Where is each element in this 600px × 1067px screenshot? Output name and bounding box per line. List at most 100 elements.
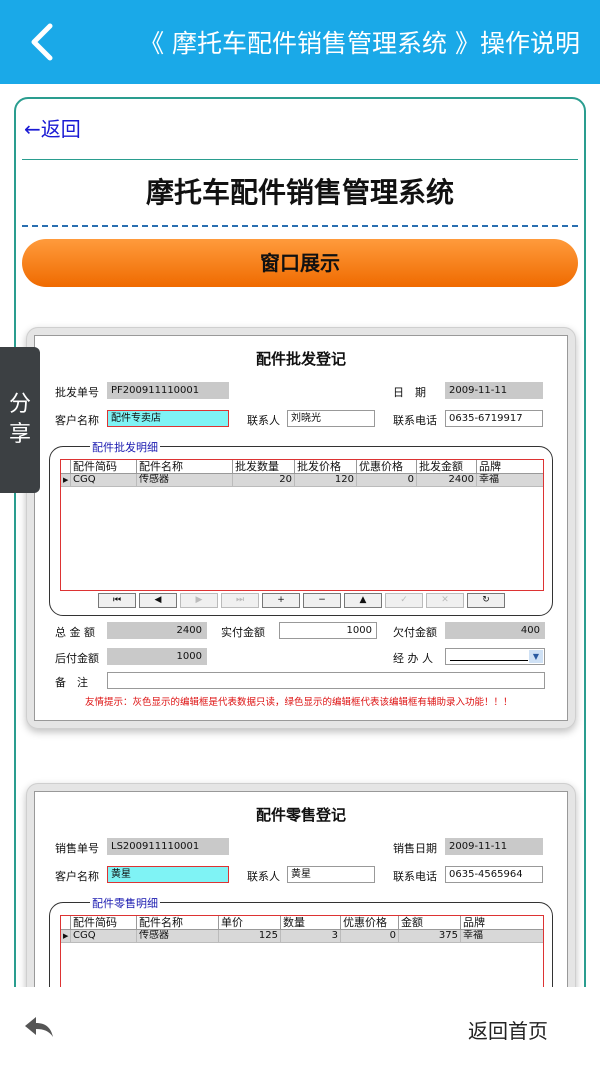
table-cell: 20 — [233, 474, 295, 486]
share-tab[interactable]: 分 享 — [0, 347, 40, 493]
content-card: ←返回 摩托车配件销售管理系统 窗口展示 配件批发登记 批发单号 PF20091… — [14, 97, 586, 1027]
column-header: 数量 — [281, 916, 341, 929]
row-pointer-icon: ▶ — [61, 474, 71, 486]
back-arrow-icon[interactable] — [22, 18, 62, 66]
paid-field: 1000 — [279, 622, 377, 639]
reply-arrow-icon[interactable] — [22, 1013, 56, 1041]
total-field: 2400 — [107, 622, 207, 639]
owed-field: 400 — [445, 622, 545, 639]
chevron-down-icon: ▼ — [529, 650, 543, 663]
back-link[interactable]: ←返回 — [24, 113, 81, 142]
table-cell: 3 — [281, 930, 341, 942]
date-label: 日 期 — [393, 386, 426, 399]
customer-label: 客户名称 — [55, 870, 99, 883]
table-cell: 375 — [399, 930, 461, 942]
column-header: 单价 — [219, 916, 281, 929]
order-no-label: 销售单号 — [55, 842, 99, 855]
later-label: 后付金额 — [55, 652, 99, 665]
table-cell: 125 — [219, 930, 281, 942]
edit-record-button[interactable]: ▲ — [344, 593, 382, 608]
remark-field — [107, 672, 545, 689]
column-header: 金额 — [399, 916, 461, 929]
contact-field: 黄星 — [287, 866, 375, 883]
column-header: 配件名称 — [137, 460, 233, 473]
phone-field: 0635-6719917 — [445, 410, 543, 427]
row-pointer-icon: ▶ — [61, 930, 71, 942]
cancel-record-button[interactable]: ✕ — [426, 593, 464, 608]
table-cell: 传感器 — [137, 930, 219, 942]
column-header: 批发数量 — [233, 460, 295, 473]
paid-label: 实付金额 — [221, 626, 265, 639]
column-header: 优惠价格 — [341, 916, 399, 929]
table-cell: CGQ — [71, 474, 137, 486]
column-header: 配件简码 — [71, 460, 137, 473]
column-header: 配件简码 — [71, 916, 137, 929]
section-header: 窗口展示 — [22, 239, 578, 287]
date-label: 销售日期 — [393, 842, 437, 855]
column-header: 配件名称 — [137, 916, 219, 929]
handler-select: ▼ — [445, 648, 545, 665]
table-cell: 0 — [341, 930, 399, 942]
customer-field: 配件专卖店 — [107, 410, 229, 427]
detail-group: 配件批发明细 配件简码 配件名称 批发数量 批发价格 优惠价格 批发金额 品牌 … — [49, 439, 553, 616]
contact-label: 联系人 — [247, 414, 280, 427]
row-indicator-col — [61, 916, 71, 929]
order-no-field: PF200911110001 — [107, 382, 229, 399]
order-no-field: LS200911110001 — [107, 838, 229, 855]
table-cell: 幸福 — [463, 930, 483, 941]
owed-label: 欠付金额 — [393, 626, 437, 639]
refresh-button[interactable]: ↻ — [467, 593, 505, 608]
wholesale-form-screenshot: 配件批发登记 批发单号 PF200911110001 日 期 2009-11-1… — [26, 327, 576, 729]
phone-field: 0635-4565964 — [445, 866, 543, 883]
row-indicator-col — [61, 460, 71, 473]
remark-label: 备 注 — [55, 676, 88, 689]
customer-label: 客户名称 — [55, 414, 99, 427]
handler-label: 经 办 人 — [393, 652, 433, 665]
table-cell: 幸福 — [479, 474, 499, 485]
customer-field: 黄星 — [107, 866, 229, 883]
table-cell: 0 — [357, 474, 417, 486]
share-label: 分 — [8, 392, 31, 417]
add-record-button[interactable]: + — [262, 593, 300, 608]
column-header: 批发金额 — [417, 460, 477, 473]
table-cell: 传感器 — [137, 474, 233, 486]
bottom-bar: 返回首页 — [0, 987, 600, 1067]
later-field: 1000 — [107, 648, 207, 665]
date-field: 2009-11-11 — [445, 382, 543, 399]
first-record-button[interactable]: ⏮ — [98, 593, 136, 608]
contact-field: 刘晓光 — [287, 410, 375, 427]
detail-grid: 配件简码 配件名称 批发数量 批发价格 优惠价格 批发金额 品牌 ▶ CGQ 传… — [60, 459, 544, 591]
prev-record-button[interactable]: ◀ — [139, 593, 177, 608]
order-no-label: 批发单号 — [55, 386, 99, 399]
contact-label: 联系人 — [247, 870, 280, 883]
table-cell: 120 — [295, 474, 357, 486]
share-label: 享 — [8, 422, 31, 447]
grid-header: 配件简码 配件名称 单价 数量 优惠价格 金额 品牌 — [61, 916, 543, 930]
home-link[interactable]: 返回首页 — [468, 1015, 548, 1044]
form-title: 配件零售登记 — [255, 806, 346, 824]
next-record-button[interactable]: ▶ — [180, 593, 218, 608]
grid-header: 配件简码 配件名称 批发数量 批发价格 优惠价格 批发金额 品牌 — [61, 460, 543, 474]
total-label: 总 金 额 — [55, 626, 95, 639]
system-title: 摩托车配件销售管理系统 — [145, 176, 454, 209]
table-cell: 2400 — [417, 474, 477, 486]
table-row[interactable]: ▶ CGQ 传感器 125 3 0 375 幸福 — [61, 930, 543, 943]
column-header: 品牌 — [463, 916, 485, 929]
delete-record-button[interactable]: − — [303, 593, 341, 608]
record-navigator: ⏮ ◀ ▶ ⏭ + − ▲ ✓ ✕ ↻ — [98, 593, 505, 608]
last-record-button[interactable]: ⏭ — [221, 593, 259, 608]
table-cell: CGQ — [71, 930, 137, 942]
column-header: 品牌 — [479, 460, 501, 473]
dashed-divider — [22, 225, 578, 227]
group-title: 配件零售明细 — [90, 895, 160, 911]
group-title: 配件批发明细 — [90, 439, 160, 455]
top-bar: 《 摩托车配件销售管理系统 》操作说明 — [0, 0, 600, 84]
divider — [22, 159, 578, 160]
table-row[interactable]: ▶ CGQ 传感器 20 120 0 2400 幸福 — [61, 474, 543, 487]
post-record-button[interactable]: ✓ — [385, 593, 423, 608]
page-title: 《 摩托车配件销售管理系统 》操作说明 — [139, 29, 580, 58]
column-header: 批发价格 — [295, 460, 357, 473]
phone-label: 联系电话 — [393, 870, 437, 883]
hint-text: 友情提示：灰色显示的编辑框是代表数据只读，绿色显示的编辑框代表该编辑框有辅助录入… — [85, 697, 513, 708]
column-header: 优惠价格 — [357, 460, 417, 473]
